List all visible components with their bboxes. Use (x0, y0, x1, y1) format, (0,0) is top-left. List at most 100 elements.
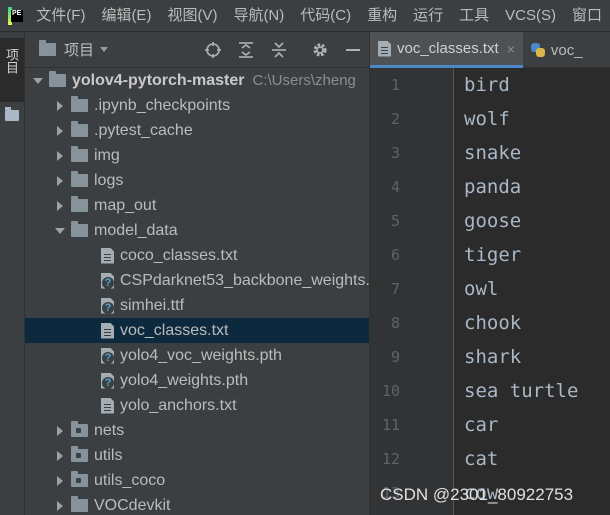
code-line[interactable]: 12 cat (370, 442, 610, 476)
package-folder-icon (71, 421, 88, 437)
folder-icon (71, 121, 88, 137)
tree-row-path: C:\Users\zheng (252, 72, 356, 89)
tree-row-folder[interactable]: img (25, 143, 369, 168)
line-number: 4 (390, 178, 400, 196)
tree-row-file[interactable]: ? yolo4_weights.pth (25, 368, 369, 393)
chevron-down-icon[interactable] (100, 47, 109, 52)
unknown-file-icon: ? (101, 297, 114, 314)
code-line[interactable]: 4 panda (370, 170, 610, 204)
code-line[interactable]: 7 owl (370, 272, 610, 306)
line-text: car (464, 414, 499, 436)
code-line[interactable]: 5 goose (370, 204, 610, 238)
tree-row-folder[interactable]: .ipynb_checkpoints (25, 93, 369, 118)
tree-row-package[interactable]: nets (25, 418, 369, 443)
folder-icon (49, 71, 66, 87)
tab-label: voc_classes.txt (397, 40, 499, 57)
line-number: 10 (381, 382, 400, 400)
tree-row-label: simhei.ttf (120, 296, 185, 314)
line-number: 3 (390, 144, 400, 162)
gear-icon[interactable] (303, 35, 336, 65)
menu-edit[interactable]: 编辑(E) (93, 0, 159, 32)
python-file-icon (530, 43, 545, 57)
menu-tools[interactable]: 工具 (451, 0, 497, 32)
left-tool-strip: 项目 (0, 32, 25, 515)
code-line[interactable]: 10 sea turtle (370, 374, 610, 408)
tree-row-file[interactable]: coco_classes.txt (25, 243, 369, 268)
chevron-right-icon[interactable] (53, 124, 67, 138)
tree-row-file[interactable]: ? CSPdarknet53_backbone_weights. (25, 268, 369, 293)
locate-target-icon[interactable] (196, 35, 229, 65)
menu-navigate[interactable]: 导航(N) (225, 0, 292, 32)
tree-row-folder[interactable]: model_data (25, 218, 369, 243)
tree-row-label: map_out (94, 196, 157, 214)
folder-icon (5, 107, 19, 121)
line-text: shark (464, 346, 522, 368)
menu-bar: PE 文件(F) 编辑(E) 视图(V) 导航(N) 代码(C) 重构 运行 工… (0, 0, 610, 32)
code-line[interactable]: 8 chook (370, 306, 610, 340)
code-area[interactable]: 1 bird 2 wolf 3 snake 4 panda 5 goose 6 tiger … (370, 68, 610, 515)
tree-row-package[interactable]: utils_coco (25, 468, 369, 493)
chevron-right-icon[interactable] (53, 199, 67, 213)
close-icon[interactable]: × (507, 41, 515, 57)
code-line[interactable]: 6 tiger (370, 238, 610, 272)
unknown-file-icon: ? (101, 272, 114, 289)
tree-row-folder[interactable]: logs (25, 168, 369, 193)
chevron-down-icon[interactable] (31, 74, 45, 88)
chevron-right-icon[interactable] (53, 174, 67, 188)
line-text: panda (464, 176, 522, 198)
tree-row-file-selected[interactable]: voc_classes.txt (25, 318, 369, 343)
line-number: 7 (390, 280, 400, 298)
tab-voc-classes[interactable]: voc_classes.txt × (370, 32, 523, 68)
menu-window[interactable]: 窗口 (564, 0, 610, 32)
tree-row-folder[interactable]: map_out (25, 193, 369, 218)
line-number: 9 (390, 348, 400, 366)
editor-tab-bar: voc_classes.txt × voc_ (370, 32, 610, 68)
pycharm-logo-icon: PE (8, 6, 23, 25)
tree-row-package[interactable]: utils (25, 443, 369, 468)
line-number: 12 (381, 450, 400, 468)
code-line[interactable]: 11 car (370, 408, 610, 442)
chevron-right-icon[interactable] (53, 474, 67, 488)
line-text: bird (464, 74, 510, 96)
package-folder-icon (71, 471, 88, 487)
project-tool-tab[interactable]: 项目 (0, 38, 24, 102)
line-number: 2 (390, 110, 400, 128)
chevron-right-icon[interactable] (53, 149, 67, 163)
expand-all-icon[interactable] (229, 35, 262, 65)
line-text: wolf (464, 108, 510, 130)
tree-row-file[interactable]: ? simhei.ttf (25, 293, 369, 318)
line-text: tiger (464, 244, 522, 266)
hide-panel-icon[interactable] (336, 35, 369, 65)
line-number: 6 (390, 246, 400, 264)
tree-row-project-root[interactable]: yolov4-pytorch-master C:\Users\zheng (25, 68, 369, 93)
folder-icon (71, 221, 88, 237)
menu-run[interactable]: 运行 (405, 0, 451, 32)
unknown-file-icon: ? (101, 347, 114, 364)
collapse-all-icon[interactable] (262, 35, 295, 65)
menu-view[interactable]: 视图(V) (159, 0, 225, 32)
menu-vcs[interactable]: VCS(S) (497, 0, 564, 32)
line-number: 5 (390, 212, 400, 230)
line-text: goose (464, 210, 522, 232)
text-file-icon (101, 322, 114, 339)
menu-refactor[interactable]: 重构 (359, 0, 405, 32)
chevron-right-icon[interactable] (53, 424, 67, 438)
chevron-down-icon[interactable] (53, 224, 67, 238)
tree-row-folder[interactable]: VOCdevkit (25, 493, 369, 515)
chevron-right-icon[interactable] (53, 499, 67, 513)
tree-row-label: CSPdarknet53_backbone_weights. (120, 271, 369, 289)
code-line[interactable]: 1 bird (370, 68, 610, 102)
code-line[interactable]: 2 wolf (370, 102, 610, 136)
menu-code[interactable]: 代码(C) (292, 0, 359, 32)
code-line[interactable]: 3 snake (370, 136, 610, 170)
tree-row-label: VOCdevkit (94, 496, 171, 514)
menu-file[interactable]: 文件(F) (28, 0, 93, 32)
project-panel-title[interactable]: 项目 (64, 39, 94, 60)
tree-row-folder[interactable]: .pytest_cache (25, 118, 369, 143)
chevron-right-icon[interactable] (53, 449, 67, 463)
tree-row-file[interactable]: ? yolo4_voc_weights.pth (25, 343, 369, 368)
tab-python-file[interactable]: voc_ (523, 32, 591, 68)
chevron-right-icon[interactable] (53, 99, 67, 113)
tree-row-file[interactable]: yolo_anchors.txt (25, 393, 369, 418)
code-line[interactable]: 9 shark (370, 340, 610, 374)
